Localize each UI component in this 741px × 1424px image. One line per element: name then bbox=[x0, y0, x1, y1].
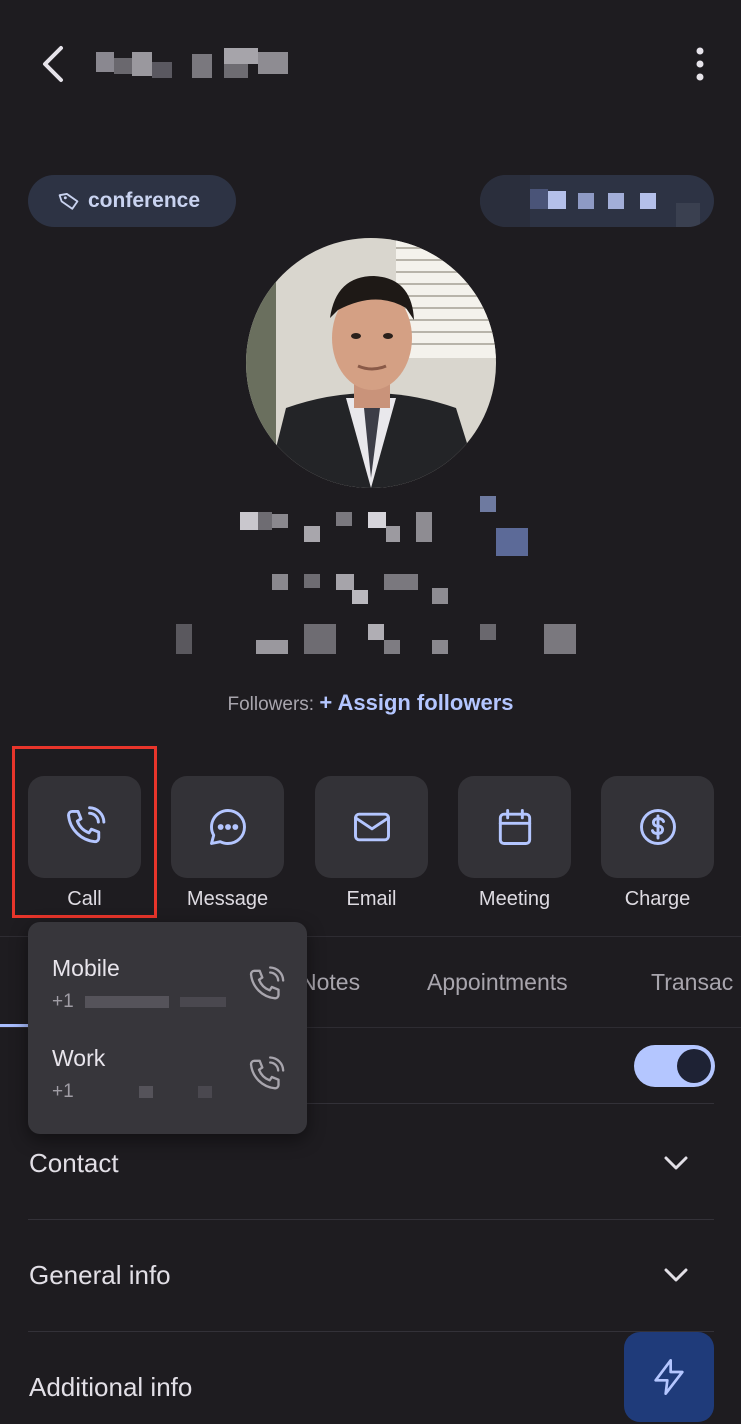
mail-icon bbox=[353, 812, 390, 842]
email-action-button[interactable]: Email bbox=[315, 776, 428, 911]
phone-icon bbox=[249, 1056, 285, 1090]
calendar-icon bbox=[498, 809, 531, 845]
tag-label: conference bbox=[88, 189, 201, 212]
message-tile[interactable] bbox=[171, 776, 284, 878]
more-vertical-icon bbox=[696, 47, 704, 81]
chevron-down-icon bbox=[664, 1156, 688, 1170]
charge-tile[interactable] bbox=[601, 776, 714, 878]
quick-action-fab[interactable] bbox=[624, 1332, 714, 1422]
contact-avatar bbox=[246, 238, 496, 488]
charge-label: Charge bbox=[624, 888, 691, 910]
section-additional-info-label: Additional info bbox=[29, 1372, 193, 1402]
followers-row: Followers: + Assign followers bbox=[0, 690, 741, 716]
assign-followers-link[interactable]: + Assign followers bbox=[319, 690, 513, 715]
lightning-icon bbox=[654, 1359, 684, 1395]
call-option-work-label: Work bbox=[52, 1045, 106, 1071]
email-tile[interactable] bbox=[315, 776, 428, 878]
section-general-info-label: General info bbox=[29, 1260, 171, 1290]
phone-icon bbox=[249, 966, 285, 1000]
charge-action-button[interactable]: Charge bbox=[601, 776, 714, 911]
toggle-switch[interactable] bbox=[634, 1045, 715, 1087]
tab-transactions[interactable]: Transac bbox=[651, 969, 733, 996]
section-general-info[interactable]: General info bbox=[0, 1226, 741, 1326]
tab-notes[interactable]: Notes bbox=[300, 969, 360, 996]
back-button[interactable] bbox=[28, 40, 76, 88]
message-label: Message bbox=[186, 888, 269, 910]
section-contact-label: Contact bbox=[29, 1148, 119, 1178]
tag-chip[interactable]: conference bbox=[28, 175, 236, 227]
message-icon bbox=[209, 809, 246, 845]
avatar-photo bbox=[246, 238, 496, 488]
tag-icon bbox=[58, 193, 79, 210]
call-option-mobile[interactable]: Mobile +1 bbox=[28, 955, 307, 1045]
divider bbox=[28, 1331, 714, 1332]
call-highlight-box bbox=[12, 746, 157, 918]
message-action-button[interactable]: Message bbox=[171, 776, 284, 911]
email-label: Email bbox=[346, 888, 397, 910]
call-options-menu: Mobile +1 Work +1 bbox=[28, 922, 307, 1134]
call-option-mobile-number: +1 bbox=[52, 991, 227, 1013]
contact-details-redacted bbox=[150, 496, 590, 666]
more-options-button[interactable] bbox=[676, 40, 724, 88]
call-option-mobile-label: Mobile bbox=[52, 955, 120, 981]
call-option-work[interactable]: Work +1 bbox=[28, 1045, 307, 1135]
tab-appointments[interactable]: Appointments bbox=[427, 969, 568, 996]
meeting-tile[interactable] bbox=[458, 776, 571, 878]
dollar-icon bbox=[639, 809, 676, 845]
contact-title-redacted bbox=[96, 48, 291, 80]
divider bbox=[28, 1219, 714, 1220]
chevron-left-icon bbox=[43, 46, 63, 82]
toggle-knob bbox=[677, 1049, 711, 1083]
meeting-label: Meeting bbox=[478, 888, 551, 910]
meeting-action-button[interactable]: Meeting bbox=[458, 776, 571, 911]
followers-label: Followers: bbox=[227, 694, 315, 715]
chevron-down-icon bbox=[664, 1268, 688, 1282]
call-option-work-number: +1 bbox=[52, 1081, 213, 1103]
status-chip-redacted[interactable] bbox=[480, 175, 714, 227]
